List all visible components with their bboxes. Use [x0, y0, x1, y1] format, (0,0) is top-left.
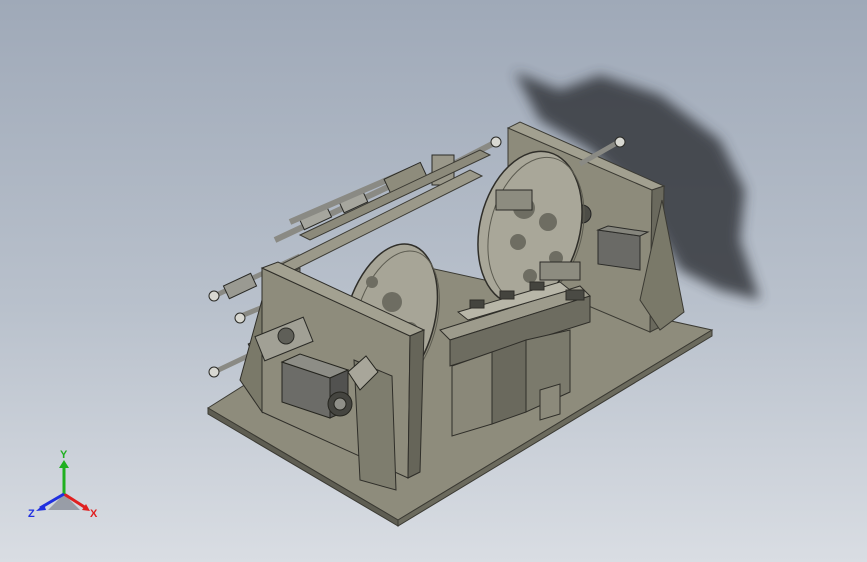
- shaft-4: [273, 183, 392, 243]
- coordinate-triad[interactable]: X Y Z: [24, 446, 104, 526]
- z-axis-label: Z: [28, 508, 35, 520]
- machine-assembly-model[interactable]: [0, 0, 867, 562]
- y-axis-label: Y: [60, 449, 68, 461]
- y-axis-arrow: [59, 460, 69, 494]
- cad-graphics-area[interactable]: X Y Z: [0, 0, 867, 562]
- x-axis-label: X: [90, 508, 98, 520]
